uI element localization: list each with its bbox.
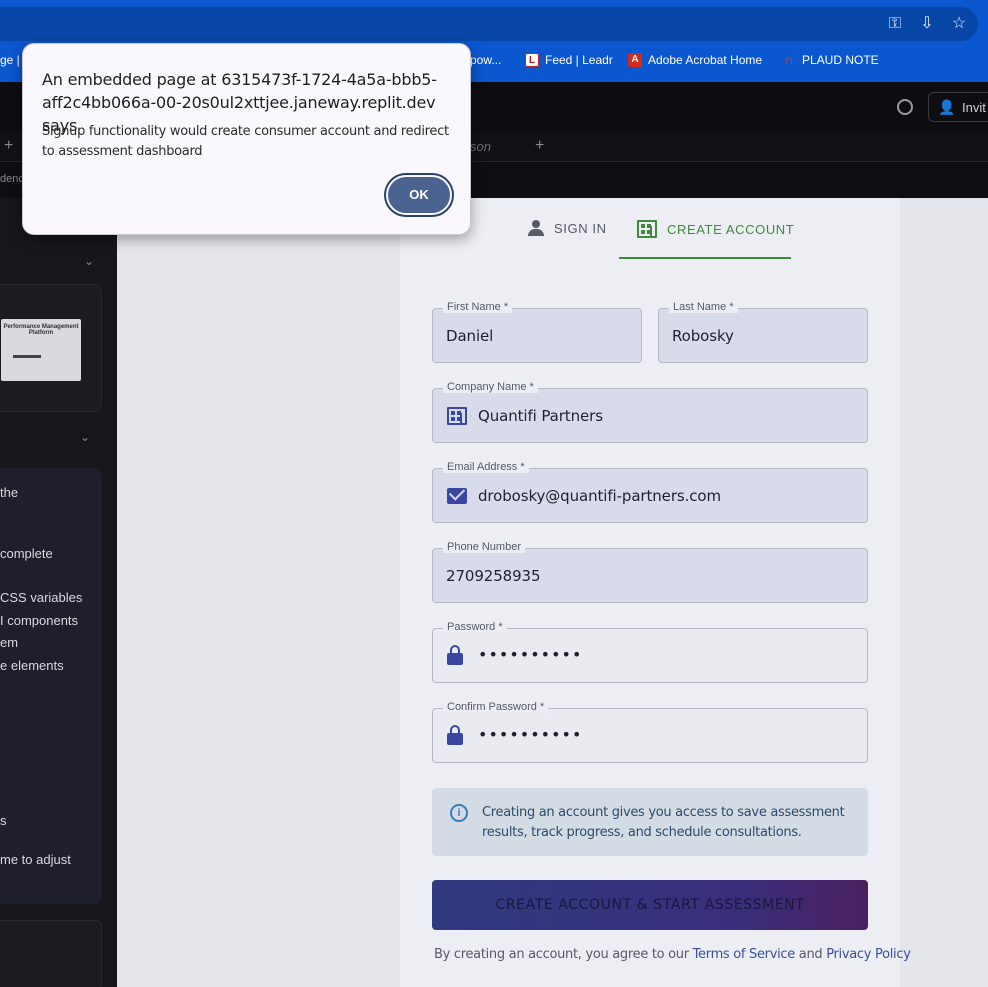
active-tab-indicator [619, 257, 791, 259]
message-text: the [0, 485, 19, 500]
confirm-password-field[interactable]: Confirm Password * •••••••••• [432, 701, 868, 763]
acrobat-icon: A [628, 53, 642, 67]
thumbnail-image: Performance Management Platform [1, 319, 81, 381]
terms-notice: By creating an account, you agree to our… [434, 947, 911, 962]
message-text: CSS variables [0, 590, 83, 605]
bookmark-item[interactable]: ge | [0, 53, 20, 67]
info-alert: i Creating an account gives you access t… [432, 788, 868, 856]
create-account-button[interactable]: CREATE ACCOUNT & START ASSESSMENT [432, 880, 868, 930]
terms-of-service-link[interactable]: Terms of Service [693, 947, 796, 962]
message-text: e elements [0, 658, 64, 673]
mail-icon [447, 488, 467, 504]
building-icon [637, 220, 657, 238]
ok-button[interactable]: OK [386, 175, 452, 215]
dialog-message: Signup functionality would create consum… [42, 124, 449, 159]
phone-field[interactable]: Phone Number 2709258935 [432, 541, 868, 603]
first-name-field[interactable]: First Name * Daniel [432, 301, 642, 363]
bookmark-acrobat[interactable]: A Adobe Acrobat Home [628, 53, 762, 67]
star-icon[interactable]: ☆ [950, 15, 968, 33]
lock-icon [447, 645, 463, 665]
agent-message-card [0, 468, 102, 904]
add-tab-icon[interactable]: + [535, 137, 544, 155]
auth-tabs: SIGN IN CREATE ACCOUNT [400, 198, 900, 260]
leadr-icon: L [525, 53, 539, 67]
address-bar[interactable] [0, 7, 978, 41]
key-icon[interactable]: ⚿ [886, 15, 904, 33]
install-icon[interactable]: ⇩ [918, 15, 936, 33]
message-text: I components [0, 613, 79, 628]
message-text: em [0, 635, 19, 650]
chat-input-area[interactable] [0, 920, 102, 987]
plaud-icon: ∩ [784, 52, 794, 67]
person-icon [528, 220, 544, 236]
bookmark-leadr[interactable]: L Feed | Leadr [525, 53, 613, 67]
message-text: s [0, 813, 7, 828]
chevron-down-icon[interactable]: ⌄ [84, 254, 94, 268]
agent-sidebar: ⌄ Performance Management Platform ⌄ the … [0, 198, 117, 987]
tab-label[interactable]: son [470, 139, 491, 154]
password-field[interactable]: Password * •••••••••• [432, 621, 868, 683]
bookmark-plaud[interactable]: ∩ PLAUD NOTE [782, 52, 878, 68]
address-bar-actions: ⚿ ⇩ ☆ [886, 15, 968, 33]
preview-thumbnail[interactable]: Performance Management Platform [0, 284, 102, 412]
lock-icon [447, 725, 463, 745]
building-icon [447, 407, 467, 425]
email-field[interactable]: Email Address * drobosky@quantifi-partne… [432, 461, 868, 523]
message-text: complete [0, 546, 53, 561]
bookmark-item[interactable]: pow... [470, 53, 501, 67]
message-text: me to adjust [0, 852, 71, 867]
info-icon: i [450, 804, 468, 822]
alert-dialog: An embedded page at 6315473f-1724-4a5a-b… [22, 43, 471, 235]
last-name-field[interactable]: Last Name * Robosky [658, 301, 868, 363]
invite-button[interactable]: 👤 Invit [928, 92, 988, 122]
company-name-field[interactable]: Company Name * Quantifi Partners [432, 381, 868, 443]
privacy-policy-link[interactable]: Privacy Policy [826, 947, 911, 962]
add-tab-icon[interactable]: + [4, 137, 13, 155]
search-icon[interactable] [897, 99, 913, 115]
tab-create-account[interactable]: CREATE ACCOUNT [637, 220, 794, 238]
tab-sign-in[interactable]: SIGN IN [528, 220, 607, 236]
add-user-icon: 👤 [938, 99, 956, 115]
chevron-down-icon[interactable]: ⌄ [80, 430, 90, 444]
